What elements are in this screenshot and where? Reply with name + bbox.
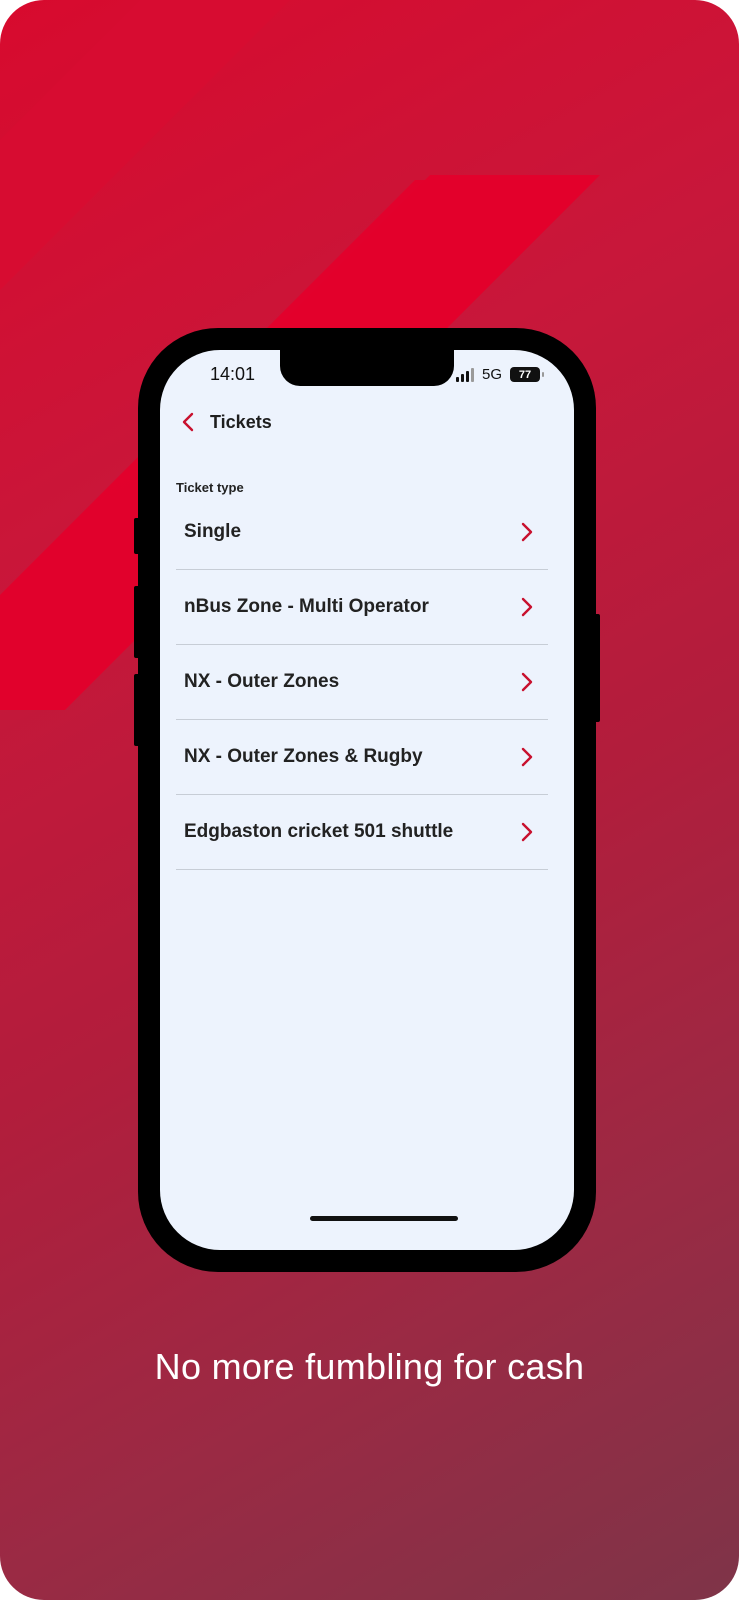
home-indicator xyxy=(310,1216,458,1221)
ticket-item-label: NX - Outer Zones & Rugby xyxy=(184,746,423,767)
ticket-item-label: Single xyxy=(184,521,242,542)
chevron-left-icon xyxy=(182,412,194,432)
chevron-right-icon xyxy=(521,597,533,617)
back-button[interactable] xyxy=(178,410,198,434)
ticket-item-label: NX - Outer Zones xyxy=(184,671,340,692)
status-time: 14:01 xyxy=(210,364,256,384)
battery-icon: 77 xyxy=(510,367,544,382)
ticket-item-edgbaston-shuttle[interactable]: Edgbaston cricket 501 shuttle xyxy=(176,795,548,870)
network-type: 5G xyxy=(481,366,502,383)
ticket-item-label: Edgbaston cricket 501 shuttle xyxy=(184,821,454,842)
ticket-item-nx-outer-zones-rugby[interactable]: NX - Outer Zones & Rugby xyxy=(176,720,548,795)
phone-frame: 14:01 5G 77 Tickets Ticket type Single n… xyxy=(138,328,596,1272)
chevron-right-icon xyxy=(521,672,533,692)
page-title: Tickets xyxy=(210,411,272,432)
battery-level: 77 xyxy=(518,368,532,381)
ticket-item-nx-outer-zones[interactable]: NX - Outer Zones xyxy=(176,645,548,720)
ticket-type-list: Single nBus Zone - Multi Operator NX - O… xyxy=(176,495,548,870)
section-label: Ticket type xyxy=(176,480,244,495)
chevron-right-icon xyxy=(521,822,533,842)
phone-notch xyxy=(280,350,454,386)
chevron-right-icon xyxy=(521,747,533,767)
promo-background: 14:01 5G 77 Tickets Ticket type Single n… xyxy=(0,0,739,1600)
ticket-item-single[interactable]: Single xyxy=(176,495,548,570)
ticket-item-nbus-zone[interactable]: nBus Zone - Multi Operator xyxy=(176,570,548,645)
chevron-right-icon xyxy=(521,522,533,542)
promo-caption: No more fumbling for cash xyxy=(154,1346,585,1387)
nav-bar: Tickets xyxy=(178,410,272,434)
status-indicators: 5G 77 xyxy=(455,366,544,383)
phone-screen: 14:01 5G 77 Tickets Ticket type Single n… xyxy=(160,350,574,1250)
signal-icon xyxy=(455,367,474,382)
ticket-item-label: nBus Zone - Multi Operator xyxy=(184,596,429,617)
